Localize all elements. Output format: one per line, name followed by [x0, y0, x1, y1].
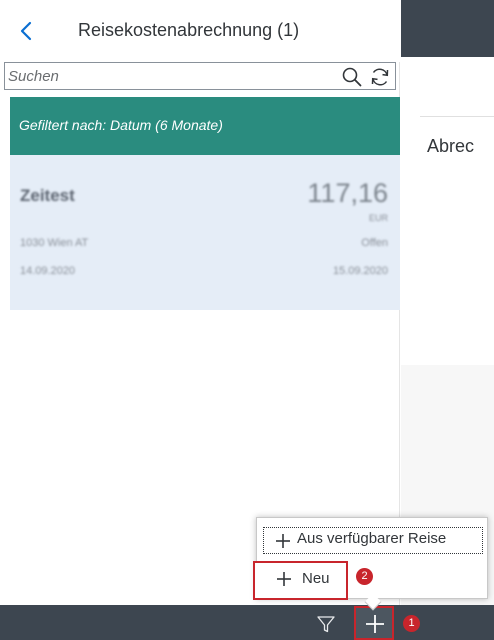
- plus-icon: [276, 534, 290, 548]
- search-icon[interactable]: [341, 66, 363, 88]
- detail-pane: Abrec: [401, 57, 494, 365]
- item-status: Offen: [361, 237, 388, 249]
- item-title: Zeitest: [20, 186, 75, 205]
- menu-item-from-available-trip-label: Aus verfügbarer Reise: [297, 530, 447, 547]
- search-input[interactable]: [8, 65, 308, 87]
- filter-info-bar[interactable]: Gefiltert nach: Datum (6 Monate): [10, 97, 400, 155]
- item-date-start: 14.09.2020: [20, 265, 76, 277]
- menu-item-new[interactable]: [253, 561, 348, 600]
- refresh-icon[interactable]: [368, 65, 392, 89]
- chevron-left-icon: [20, 21, 32, 41]
- filter-info-text: Gefiltert nach: Datum (6 Monate): [19, 117, 223, 133]
- menu-item-new-label: Neu: [302, 570, 330, 587]
- plus-icon: [366, 615, 384, 633]
- search-field[interactable]: [4, 62, 396, 90]
- filter-icon[interactable]: [316, 614, 336, 634]
- item-amount: 117,16: [307, 178, 388, 208]
- master-pane: Reisekostenabrechnung (1) Gefiltert nach…: [0, 0, 400, 605]
- back-button[interactable]: [14, 14, 40, 48]
- item-currency: EUR: [368, 213, 388, 223]
- item-date-end: 15.09.2020: [332, 265, 388, 277]
- item-location: 1030 Wien AT: [20, 237, 89, 249]
- plus-icon: [277, 572, 291, 586]
- detail-divider: [420, 116, 494, 117]
- page-title: Reisekostenabrechnung (1): [78, 20, 300, 40]
- detail-title: Abrec: [427, 136, 475, 156]
- list-item[interactable]: Zeitest 117,16 EUR 1030 Wien AT Offen 14…: [10, 155, 400, 310]
- page-header: Reisekostenabrechnung (1): [0, 0, 400, 62]
- add-button[interactable]: [354, 606, 394, 640]
- step-badge-2: 2: [356, 568, 373, 585]
- step-badge-1: 1: [403, 615, 420, 632]
- detail-header: [401, 0, 494, 57]
